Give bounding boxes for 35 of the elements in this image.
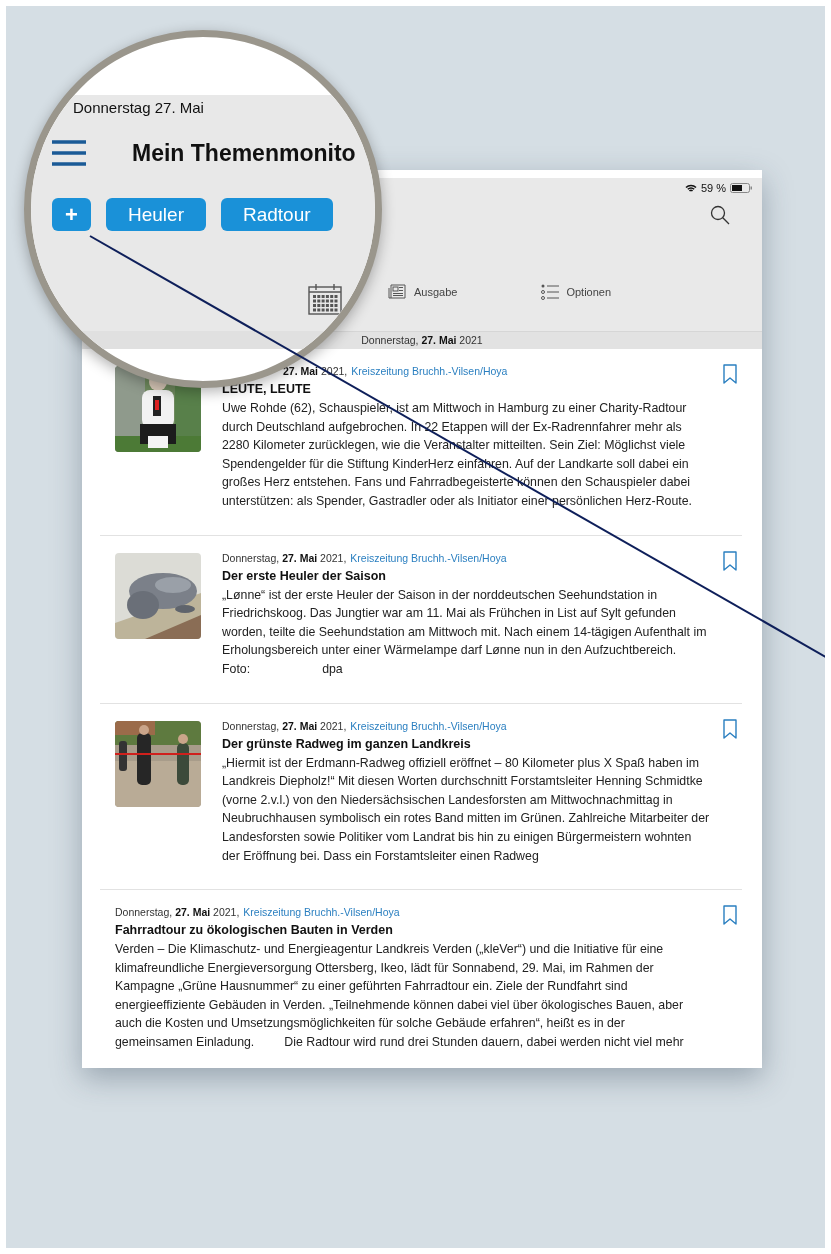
article-title[interactable]: Der erste Heuler der Saison: [222, 568, 710, 583]
calendar-icon[interactable]: [308, 283, 342, 315]
menu-icon[interactable]: [52, 140, 86, 166]
status-date: Donnerstag 27. Mai: [72, 98, 205, 118]
list-icon: [541, 283, 560, 300]
article-text: „Lønne“ ist der erste Heuler der Saison in der norddeutschen Seehundstation in Friedrichskoog. Das Jungtier war am 11. Mai als Frühchen in List auf Sylt gefunden worden, teilte die Seehundstation am Mittwoch mit. Nach einem 14-tägigen Aufenthalt im Erholungsbereich unter einer Wärmelampe darf Lønne nun in den Aufzuchtbereich.: [222, 587, 707, 658]
toolbar-button[interactable]: Ausgabe: [388, 283, 458, 300]
wifi-icon: [684, 183, 697, 193]
article-date: Donnerstag, 27. Mai 2021,: [115, 906, 240, 919]
article-text: gemeinsamen Einladung.: [115, 1034, 255, 1052]
battery-icon: [730, 183, 752, 193]
add-topic-button[interactable]: +: [52, 198, 91, 231]
article-title[interactable]: Fahrradtour zu ökologischen Bauten in Verden: [115, 923, 710, 938]
article-text: Die Radtour wird rund drei Stunden dauern, dabei werden nicht viel mehr: [284, 1034, 684, 1052]
source-link[interactable]: Kreiszeitung Bruchh.-Vilsen/Hoya: [350, 551, 507, 564]
toolbar-button[interactable]: Optionen: [541, 283, 612, 300]
bookmark-icon[interactable]: [723, 718, 737, 739]
article-date: Donnerstag, 27. Mai 2021,: [222, 551, 347, 564]
photo-credit: dpa: [322, 660, 343, 678]
article-text: „Hiermit ist der Erdmann-Radweg offiziell eröffnet – 80 Kilometer plus X Spaß haben im Landkreis Diepholz!“ Mit diesen Worten durchschnitt Forstamtsleiter Henning Schmidtke (vorne 2.v.l.) von den Niedersächsischen Landesforsten am Mittwochnachmittag in Neubruchhausen symbolisch ein rotes Band mitten im Grünen. Zahlreiche Mitarbeiter der Landesforsten sowie Politiker vom Landrat bis hin zu einigen Bürgermeistern wohnten der Eröffnung bei. Dass ein Forstamtsleiter einen Radweg: [222, 755, 710, 863]
source-link[interactable]: Kreiszeitung Bruchh.-Vilsen/Hoya: [351, 365, 508, 377]
topic-button[interactable]: Radtour: [221, 198, 333, 231]
photo-credit: Foto:: [222, 660, 251, 678]
bookmark-icon[interactable]: [723, 905, 737, 926]
search-icon[interactable]: [710, 205, 730, 225]
newspaper-icon: [388, 283, 407, 300]
screen-title: Mein Themenmonito: [132, 139, 356, 167]
article-title[interactable]: Der grünste Radweg im ganzen Landkreis: [222, 736, 710, 751]
battery-percentage: 59 %: [700, 182, 726, 194]
bookmark-icon[interactable]: [723, 550, 737, 571]
source-link[interactable]: Kreiszeitung Bruchh.-Vilsen/Hoya: [243, 906, 400, 919]
source-link[interactable]: Kreiszeitung Bruchh.-Vilsen/Hoya: [350, 719, 507, 732]
bookmark-icon[interactable]: [723, 364, 737, 384]
topic-button[interactable]: Heuler: [106, 198, 206, 231]
article-date: Donnerstag, 27. Mai 2021,: [222, 719, 347, 732]
